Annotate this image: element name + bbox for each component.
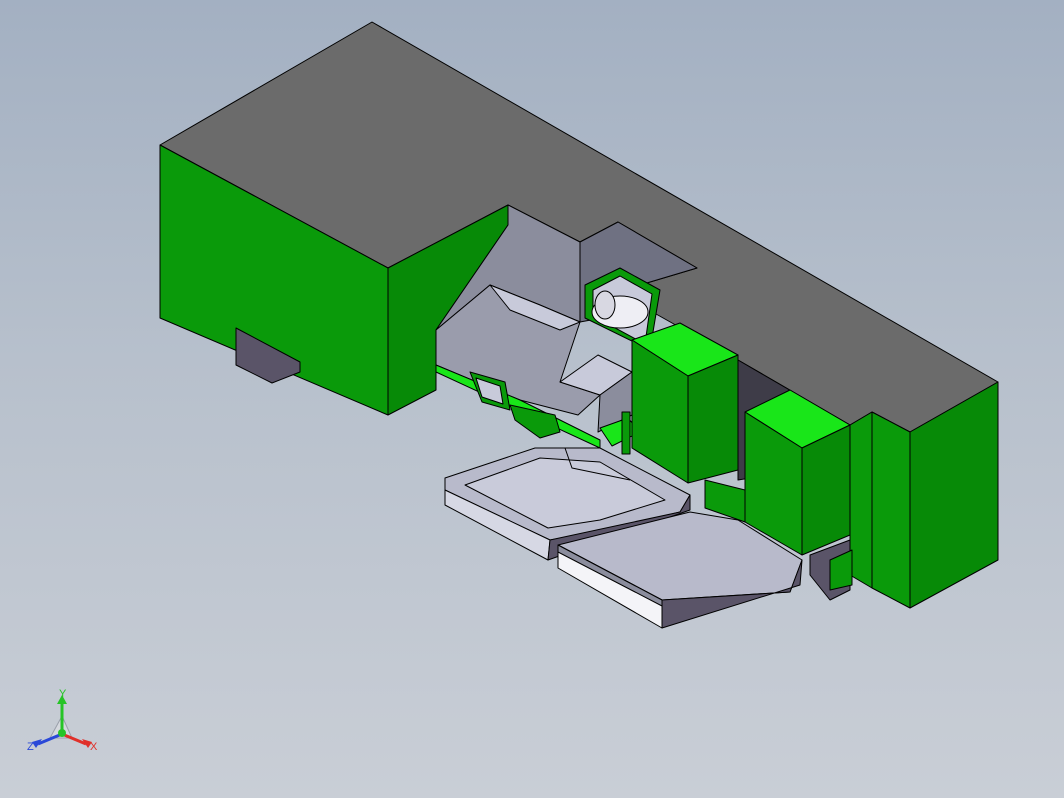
cad-graphics-area[interactable]: Y X Z (0, 0, 1064, 798)
cad-assembly-model[interactable] (159, 21, 999, 629)
triad-x-axis (61, 732, 87, 746)
triad-z-label: Z (27, 741, 34, 753)
triad-y-label: Y (59, 688, 67, 700)
coordinate-axes-icon[interactable]: Y X Z (26, 686, 116, 766)
triad-x-label: X (90, 741, 98, 753)
vertical-post (621, 411, 631, 455)
tower1-side (687, 354, 739, 484)
triad-z-axis (37, 732, 63, 746)
model-canvas[interactable] (0, 0, 1064, 798)
tower2-side (801, 424, 851, 556)
right-block-inset (849, 411, 873, 589)
roller-end (594, 290, 616, 320)
right-block-front (871, 411, 911, 609)
triad-origin (58, 729, 66, 737)
